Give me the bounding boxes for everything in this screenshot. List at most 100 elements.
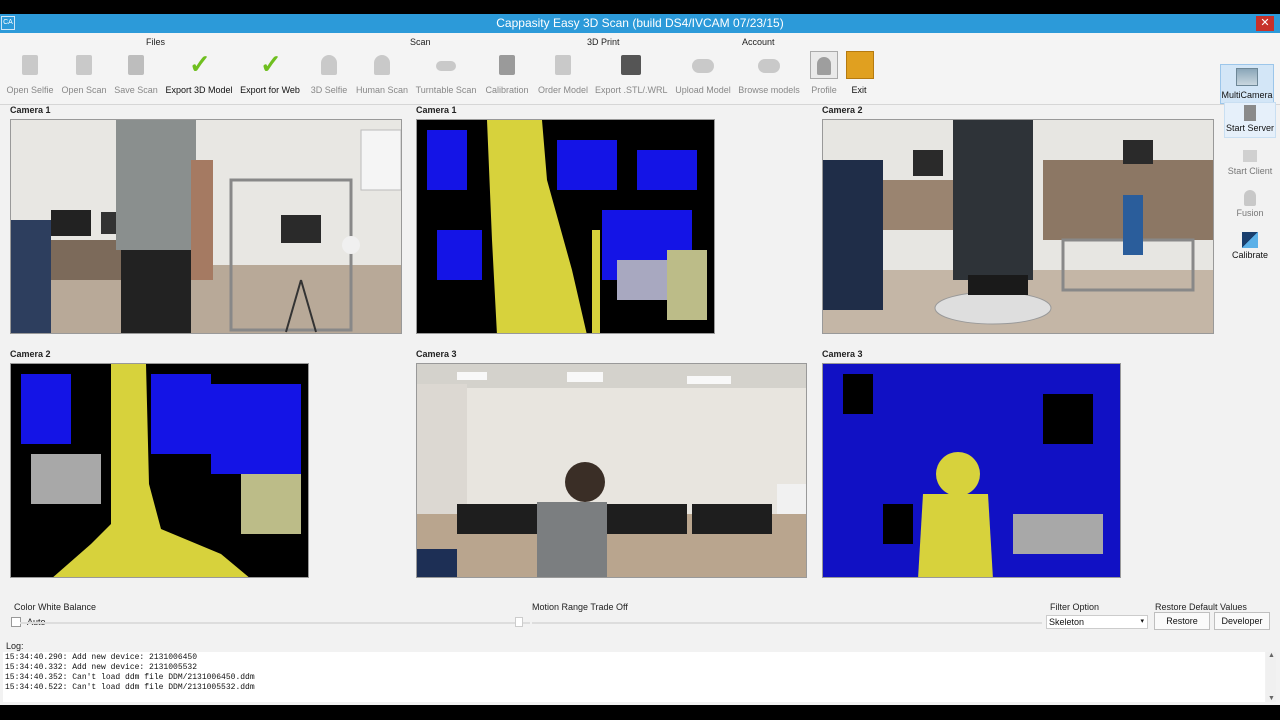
order-model-label: Order Model xyxy=(537,85,589,95)
turntable-label: Turntable Scan xyxy=(415,85,477,95)
export-for-web-button[interactable]: ✓ Export for Web xyxy=(238,51,302,103)
motion-range-slider[interactable] xyxy=(532,622,1042,624)
calibration-icon xyxy=(493,51,521,79)
camera3-rgb-feed xyxy=(416,363,807,578)
camera3-depth-label: Camera 3 xyxy=(822,349,863,359)
calibration-button[interactable]: Calibration xyxy=(483,51,531,103)
camera3-depth-feed xyxy=(822,363,1121,578)
group-3dprint-label: 3D Print xyxy=(587,37,620,47)
fusion-label: Fusion xyxy=(1236,208,1264,218)
multicamera-label: MultiCamera xyxy=(1221,90,1273,100)
group-account-label: Account xyxy=(742,37,775,47)
log-line: 15:34:40.352: Can't load ddm file DDM/21… xyxy=(5,673,255,682)
title-bar: CA Cappasity Easy 3D Scan (build DS4/IVC… xyxy=(0,14,1280,33)
camera2-rgb-label: Camera 2 xyxy=(822,105,863,115)
white-balance-label: Color White Balance xyxy=(14,602,97,612)
open-selfie-label: Open Selfie xyxy=(6,85,54,95)
camera2-depth-label: Camera 2 xyxy=(10,349,51,359)
cart-icon xyxy=(549,51,577,79)
start-server-label: Start Server xyxy=(1225,123,1274,133)
camera1-depth-feed xyxy=(416,119,715,334)
calibrate-button[interactable]: Calibrate xyxy=(1224,230,1276,264)
save-icon xyxy=(122,51,150,79)
exit-label: Exit xyxy=(851,85,867,95)
motion-slider-handle[interactable] xyxy=(515,617,523,627)
open-scan-button[interactable]: Open Scan xyxy=(60,51,108,103)
developer-button[interactable]: Developer xyxy=(1214,612,1270,630)
log-line: 15:34:40.522: Can't load ddm file DDM/21… xyxy=(5,683,255,692)
log-output[interactable]: 15:34:40.290: Add new device: 2131006450… xyxy=(3,652,1265,702)
person-icon xyxy=(315,51,343,79)
human-scan-button[interactable]: Human Scan xyxy=(355,51,409,103)
turntable-scan-button[interactable]: Turntable Scan xyxy=(415,51,477,103)
restore-defaults-label: Restore Default Values xyxy=(1155,602,1247,612)
export-stl-label: Export .STL/.WRL xyxy=(595,85,668,95)
open-scan-label: Open Scan xyxy=(61,85,107,95)
camera1-rgb-feed xyxy=(10,119,402,334)
camera3-rgb-image xyxy=(417,364,806,577)
scroll-up-icon[interactable]: ▲ xyxy=(1268,652,1275,659)
log-line: 15:34:40.290: Add new device: 2131006450 xyxy=(5,653,198,662)
exit-door-icon xyxy=(846,51,874,79)
upload-model-button[interactable]: Upload Model xyxy=(673,51,733,103)
camera2-rgb-feed xyxy=(822,119,1214,334)
camera3-rgb-label: Camera 3 xyxy=(416,349,457,359)
filter-option-value: Skeleton xyxy=(1049,617,1085,627)
fusion-button[interactable]: Fusion xyxy=(1224,188,1276,222)
export-web-label: Export for Web xyxy=(240,85,300,95)
save-scan-label: Save Scan xyxy=(114,85,158,95)
server-icon xyxy=(1240,103,1260,123)
order-model-button[interactable]: Order Model xyxy=(537,51,589,103)
app-window: CA Cappasity Easy 3D Scan (build DS4/IVC… xyxy=(0,14,1280,705)
export-3d-label: Export 3D Model xyxy=(165,85,233,95)
browse-models-button[interactable]: Browse models xyxy=(738,51,800,103)
browse-models-label: Browse models xyxy=(738,85,800,95)
motion-range-label: Motion Range Trade Off xyxy=(532,602,628,612)
log-line: 15:34:40.332: Add new device: 2131005532 xyxy=(5,663,198,672)
camera2-rgb-image xyxy=(823,120,1213,333)
3d-selfie-label: 3D Selfie xyxy=(310,85,348,95)
turntable-icon xyxy=(432,51,460,79)
filter-option-label: Filter Option xyxy=(1050,602,1100,612)
printer-icon xyxy=(617,51,645,79)
scroll-down-icon[interactable]: ▼ xyxy=(1268,695,1275,702)
save-scan-button[interactable]: Save Scan xyxy=(113,51,159,103)
camera1-depth-image xyxy=(417,120,714,333)
checkmark-icon: ✓ xyxy=(260,49,282,79)
calibrate-label: Calibrate xyxy=(1231,250,1269,260)
human-scan-label: Human Scan xyxy=(355,85,409,95)
group-files-label: Files xyxy=(146,37,166,47)
fusion-icon xyxy=(1240,188,1260,208)
open-selfie-button[interactable]: Open Selfie xyxy=(6,51,54,103)
log-label: Log: xyxy=(6,641,24,651)
folder-icon xyxy=(70,51,98,79)
window-title: Cappasity Easy 3D Scan (build DS4/IVCAM … xyxy=(496,16,784,30)
start-client-label: Start Client xyxy=(1227,166,1273,176)
start-client-button[interactable]: Start Client xyxy=(1224,146,1276,180)
white-balance-slider[interactable] xyxy=(20,622,530,624)
human-icon xyxy=(368,51,396,79)
chevron-down-icon: ▾ xyxy=(1140,618,1144,625)
filter-option-select[interactable]: Skeleton ▾ xyxy=(1046,615,1148,629)
export-3d-model-button[interactable]: ✓ Export 3D Model xyxy=(165,51,233,103)
camera1-rgb-image xyxy=(11,120,401,333)
close-button[interactable]: ✕ xyxy=(1256,16,1274,31)
camera1-depth-label: Camera 1 xyxy=(416,105,457,115)
restore-button[interactable]: Restore xyxy=(1154,612,1210,630)
profile-button[interactable]: Profile xyxy=(808,51,840,103)
group-scan-label: Scan xyxy=(410,37,431,47)
3d-selfie-button[interactable]: 3D Selfie xyxy=(309,51,349,103)
client-icon xyxy=(1240,146,1260,166)
cloud-icon xyxy=(755,51,783,79)
multicamera-icon xyxy=(1236,68,1258,86)
multicamera-button[interactable]: MultiCamera xyxy=(1220,64,1274,104)
camera2-depth-feed xyxy=(10,363,309,578)
exit-button[interactable]: Exit xyxy=(846,51,874,103)
export-stl-button[interactable]: Export .STL/.WRL xyxy=(595,51,668,103)
start-server-button[interactable]: Start Server xyxy=(1224,102,1276,138)
checkmark-icon: ✓ xyxy=(189,49,211,79)
log-scrollbar[interactable]: ▲ ▼ xyxy=(1266,652,1276,702)
calibration-label: Calibration xyxy=(485,85,529,95)
cloud-upload-icon xyxy=(689,51,717,79)
camera1-rgb-label: Camera 1 xyxy=(10,105,51,115)
